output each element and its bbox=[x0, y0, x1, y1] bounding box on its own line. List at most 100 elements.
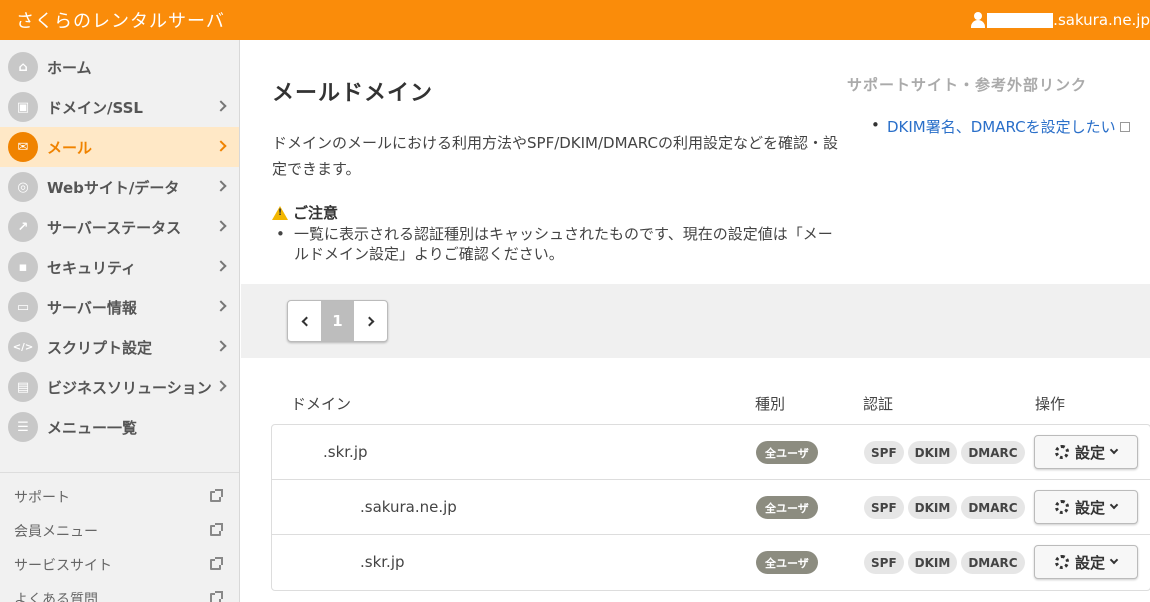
settings-dropdown-button[interactable]: 設定 bbox=[1034, 545, 1138, 579]
sidebar-links: サポート 会員メニュー サービスサイト よくある質問 bbox=[0, 473, 239, 602]
auth-badge-dmarc: DMARC bbox=[961, 441, 1025, 464]
support-link-item[interactable]: DKIM署名、DMARCを設定したい bbox=[871, 116, 1130, 137]
chevron-right-icon bbox=[215, 100, 227, 112]
globe-icon: ◎ bbox=[8, 172, 38, 202]
settings-label: 設定 bbox=[1074, 553, 1105, 572]
external-link-icon bbox=[210, 557, 223, 570]
warning-icon bbox=[272, 205, 288, 220]
auth-badge-dkim: DKIM bbox=[907, 441, 958, 464]
domain-name: .sakura.ne.jp bbox=[360, 498, 457, 516]
auth-badge-dkim: DKIM bbox=[907, 496, 958, 519]
support-heading: サポートサイト・参考外部リンク bbox=[847, 76, 1088, 94]
type-badge: 全ユーザ bbox=[756, 441, 818, 464]
type-badge: 全ユーザ bbox=[756, 496, 818, 519]
column-header-auth: 認証 bbox=[863, 395, 894, 413]
sidebar-item-mail[interactable]: ✉ メール bbox=[0, 127, 239, 167]
pagination: 1 bbox=[287, 300, 388, 342]
caution-title: ご注意 bbox=[293, 204, 339, 222]
type-badge: 全ユーザ bbox=[756, 551, 818, 574]
chevron-right-icon bbox=[215, 220, 227, 232]
table-row: .skr.jp 全ユーザ SPF DKIM DMARC 設定 bbox=[272, 425, 1150, 480]
chevron-right-icon bbox=[215, 180, 227, 192]
chevron-right-icon bbox=[215, 340, 227, 352]
sidebar-item-label: ホーム bbox=[47, 58, 92, 77]
user-icon bbox=[971, 12, 986, 28]
support-link[interactable]: DKIM署名、DMARCを設定したい bbox=[887, 118, 1116, 136]
sidebar-item-business-solution[interactable]: ▤ ビジネスソリューション bbox=[0, 367, 239, 407]
external-link-icon bbox=[210, 523, 223, 536]
column-header-action: 操作 bbox=[1035, 395, 1066, 413]
sidebar-item-label: メール bbox=[47, 138, 93, 157]
brand-logo[interactable]: さくらのレンタルサーバ bbox=[0, 7, 971, 33]
table-row: .sakura.ne.jp 全ユーザ SPF DKIM DMARC 設定 bbox=[272, 480, 1150, 535]
chart-icon: ↗ bbox=[8, 212, 38, 242]
pagination-band: 1 bbox=[241, 284, 1150, 358]
sidebar-item-script-settings[interactable]: </> スクリプト設定 bbox=[0, 327, 239, 367]
sidebar-item-label: セキュリティ bbox=[47, 258, 137, 277]
chevron-down-icon bbox=[1109, 500, 1119, 510]
auth-badge-dkim: DKIM bbox=[907, 551, 958, 574]
main-content: メールドメイン ドメインのメールにおける利用方法やSPF/DKIM/DMARCの… bbox=[241, 40, 1150, 602]
gear-icon bbox=[1054, 445, 1069, 459]
page-description: ドメインのメールにおける利用方法やSPF/DKIM/DMARCの利用設定などを確… bbox=[272, 134, 838, 178]
table-row: .skr.jp 全ユーザ SPF DKIM DMARC 設定 bbox=[272, 535, 1150, 590]
support-links: DKIM署名、DMARCを設定したい bbox=[871, 116, 1130, 137]
page-title: メールドメイン bbox=[272, 81, 434, 106]
link-label: サポート bbox=[14, 490, 70, 506]
link-faq[interactable]: よくある質問 bbox=[0, 582, 239, 602]
sidebar-item-label: スクリプト設定 bbox=[47, 338, 153, 357]
caution-heading: ご注意 bbox=[272, 202, 338, 223]
sidebar-item-website-data[interactable]: ◎ Webサイト/データ bbox=[0, 167, 239, 207]
mail-icon: ✉ bbox=[8, 132, 38, 162]
auth-badge-spf: SPF bbox=[864, 441, 904, 464]
chevron-right-icon bbox=[215, 380, 227, 392]
caution-list: 一覧に表示される認証種別はキャッシュされたものです、現在の設定値は「メールドメイ… bbox=[274, 224, 834, 264]
server-icon: ▭ bbox=[8, 292, 38, 322]
link-label: 会員メニュー bbox=[14, 524, 98, 540]
chevron-right-icon bbox=[215, 260, 227, 272]
sidebar-item-home[interactable]: ⌂ ホーム bbox=[0, 47, 239, 87]
link-label: サービスサイト bbox=[14, 558, 112, 574]
caution-item: 一覧に表示される認証種別はキャッシュされたものです、現在の設定値は「メールドメイ… bbox=[274, 224, 834, 264]
auth-badge-dmarc: DMARC bbox=[961, 496, 1025, 519]
lock-icon: ▪ bbox=[8, 252, 38, 282]
gear-icon bbox=[1054, 500, 1069, 514]
link-support[interactable]: サポート bbox=[0, 480, 239, 514]
settings-dropdown-button[interactable]: 設定 bbox=[1034, 490, 1138, 524]
sidebar-item-security[interactable]: ▪ セキュリティ bbox=[0, 247, 239, 287]
settings-dropdown-button[interactable]: 設定 bbox=[1034, 435, 1138, 469]
settings-label: 設定 bbox=[1074, 498, 1105, 517]
auth-badges: SPF DKIM DMARC bbox=[864, 441, 1029, 464]
auth-badges: SPF DKIM DMARC bbox=[864, 551, 1029, 574]
external-link-icon bbox=[1119, 122, 1130, 132]
chevron-left-icon bbox=[301, 316, 311, 326]
prev-page-button[interactable] bbox=[288, 301, 321, 341]
external-link-icon bbox=[210, 591, 223, 602]
sidebar-item-server-status[interactable]: ↗ サーバーステータス bbox=[0, 207, 239, 247]
auth-badge-dmarc: DMARC bbox=[961, 551, 1025, 574]
domain-name: .skr.jp bbox=[360, 553, 405, 571]
briefcase-icon: ▤ bbox=[8, 372, 38, 402]
sidebar-item-domain-ssl[interactable]: ▣ ドメイン/SSL bbox=[0, 87, 239, 127]
auth-badge-spf: SPF bbox=[864, 551, 904, 574]
chevron-down-icon bbox=[1109, 445, 1119, 455]
account-menu[interactable]: .sakura.ne.jp bbox=[971, 11, 1150, 29]
sidebar-item-server-info[interactable]: ▭ サーバー情報 bbox=[0, 287, 239, 327]
script-icon: </> bbox=[8, 332, 38, 362]
sidebar-item-menu-list[interactable]: ☰ メニュー一覧 bbox=[0, 407, 239, 447]
sidebar-item-label: サーバー情報 bbox=[47, 298, 137, 317]
list-icon: ☰ bbox=[8, 412, 38, 442]
gear-icon bbox=[1054, 555, 1069, 569]
link-service-site[interactable]: サービスサイト bbox=[0, 548, 239, 582]
link-member-menu[interactable]: 会員メニュー bbox=[0, 514, 239, 548]
chevron-down-icon bbox=[1109, 555, 1119, 565]
domain-lock-icon: ▣ bbox=[8, 92, 38, 122]
sidebar-item-label: サーバーステータス bbox=[47, 218, 182, 237]
home-icon: ⌂ bbox=[8, 52, 38, 82]
domain-name: .skr.jp bbox=[323, 443, 368, 461]
auth-badge-spf: SPF bbox=[864, 496, 904, 519]
page-number-current[interactable]: 1 bbox=[321, 301, 354, 341]
mail-domain-table: .skr.jp 全ユーザ SPF DKIM DMARC 設定 .sakura.n… bbox=[271, 424, 1150, 591]
next-page-button[interactable] bbox=[354, 301, 387, 341]
auth-badges: SPF DKIM DMARC bbox=[864, 496, 1029, 519]
